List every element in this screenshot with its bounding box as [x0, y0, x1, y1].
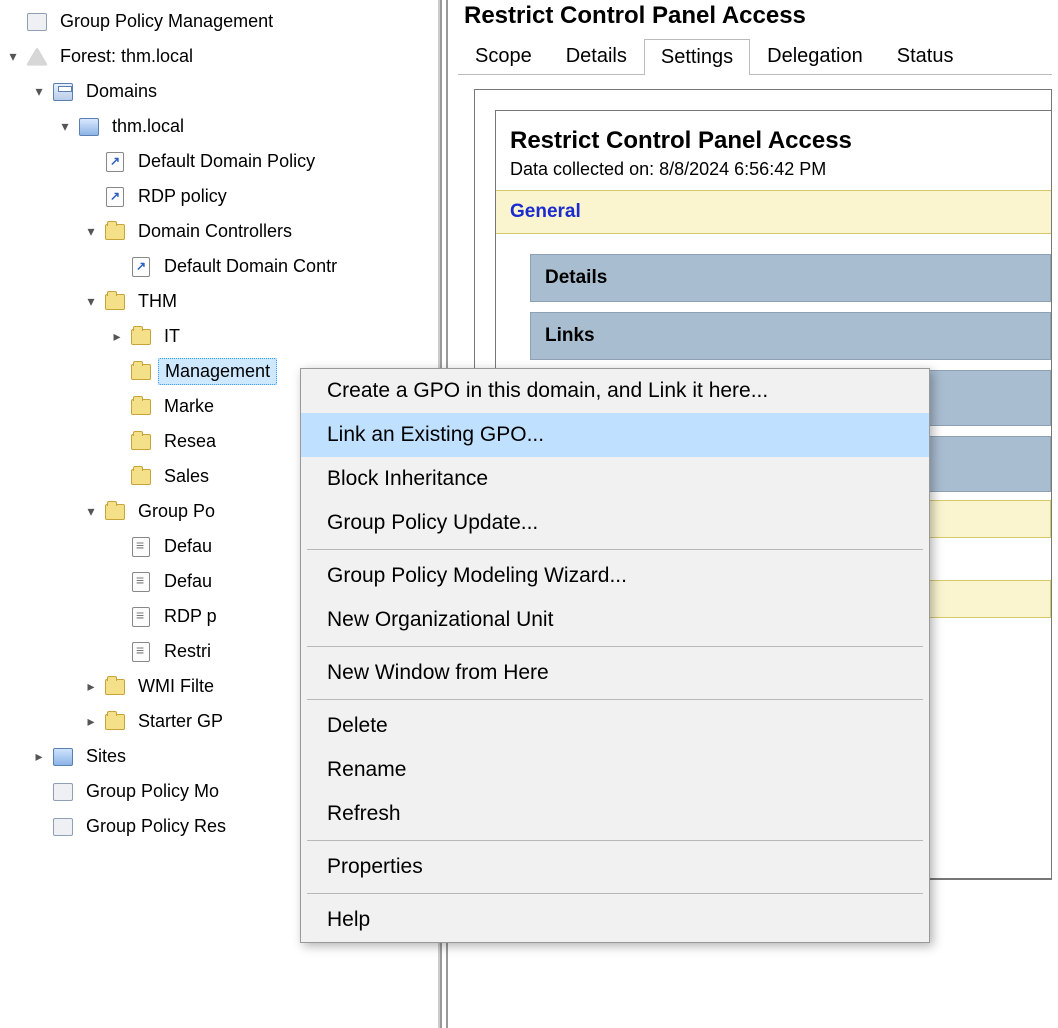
tree-label: Group Policy Mo [80, 779, 225, 804]
tree-default-domain-controllers-policy[interactable]: ▸ Default Domain Contr [2, 249, 438, 284]
separator-icon [307, 893, 923, 894]
chevron-right-icon[interactable]: ▸ [80, 676, 102, 698]
gpo-icon [130, 536, 152, 558]
tree-label: Domain Controllers [132, 219, 298, 244]
ou-icon [130, 396, 152, 418]
ou-icon [130, 361, 152, 383]
ou-icon [104, 291, 126, 313]
chevron-down-icon[interactable]: ▾ [2, 46, 24, 68]
ctx-modeling-wizard[interactable]: Group Policy Modeling Wizard... [301, 554, 929, 598]
gpm-icon [26, 11, 48, 33]
policy-link-icon [104, 186, 126, 208]
tree-domain-controllers[interactable]: ▾ Domain Controllers [2, 214, 438, 249]
tree-thm[interactable]: ▾ THM [2, 284, 438, 319]
tree-label: Group Policy Res [80, 814, 232, 839]
ctx-create-gpo[interactable]: Create a GPO in this domain, and Link it… [301, 369, 929, 413]
tab-delegation[interactable]: Delegation [750, 38, 880, 74]
tree-label: Defau [158, 569, 218, 594]
tree-label: Group Policy Management [54, 9, 279, 34]
ou-icon [130, 326, 152, 348]
tree-domains[interactable]: ▾ Domains [2, 74, 438, 109]
tree-label: RDP policy [132, 184, 233, 209]
tree-label: Marke [158, 394, 220, 419]
results-icon [52, 816, 74, 838]
tab-details[interactable]: Details [549, 38, 644, 74]
tab-settings[interactable]: Settings [644, 39, 750, 75]
tree-default-domain-policy[interactable]: ▸ Default Domain Policy [2, 144, 438, 179]
chevron-down-icon[interactable]: ▾ [80, 291, 102, 313]
ou-icon [130, 431, 152, 453]
tree-label: Sites [80, 744, 132, 769]
ctx-new-ou[interactable]: New Organizational Unit [301, 598, 929, 642]
separator-icon [307, 840, 923, 841]
report-subtitle: Data collected on: 8/8/2024 6:56:42 PM [496, 159, 1051, 190]
tree-label: Resea [158, 429, 222, 454]
forest-icon [26, 46, 48, 68]
tree-label: Restri [158, 639, 217, 664]
chevron-down-icon[interactable]: ▾ [80, 221, 102, 243]
tree-label: Starter GP [132, 709, 229, 734]
tree-root[interactable]: ▾ Group Policy Management [2, 4, 438, 39]
separator-icon [307, 699, 923, 700]
tab-status[interactable]: Status [880, 38, 971, 74]
chevron-right-icon[interactable]: ▸ [106, 326, 128, 348]
policy-link-icon [104, 151, 126, 173]
chevron-down-icon[interactable]: ▾ [80, 501, 102, 523]
section-links[interactable]: Links [530, 312, 1051, 360]
tree-rdp-policy[interactable]: ▸ RDP policy [2, 179, 438, 214]
tree-label: Default Domain Contr [158, 254, 343, 279]
ou-icon [130, 466, 152, 488]
tree-label: Defau [158, 534, 218, 559]
gpo-icon [130, 606, 152, 628]
tree-label: Forest: thm.local [54, 44, 199, 69]
ctx-rename[interactable]: Rename [301, 748, 929, 792]
tree-label: RDP p [158, 604, 223, 629]
context-menu[interactable]: Create a GPO in this domain, and Link it… [300, 368, 930, 943]
ou-icon [104, 221, 126, 243]
gpo-icon [130, 571, 152, 593]
tree-label: IT [158, 324, 186, 349]
modeling-icon [52, 781, 74, 803]
gpo-icon [130, 641, 152, 663]
tab-scope[interactable]: Scope [458, 38, 549, 74]
starter-folder-icon [104, 711, 126, 733]
tree-label: Management [158, 358, 277, 385]
ctx-properties[interactable]: Properties [301, 845, 929, 889]
tree-label: thm.local [106, 114, 190, 139]
chevron-right-icon[interactable]: ▸ [80, 711, 102, 733]
ctx-gp-update[interactable]: Group Policy Update... [301, 501, 929, 545]
domain-icon [78, 116, 100, 138]
tree-domain[interactable]: ▾ thm.local [2, 109, 438, 144]
chevron-down-icon[interactable]: ▾ [54, 116, 76, 138]
ctx-refresh[interactable]: Refresh [301, 792, 929, 836]
sites-icon [52, 746, 74, 768]
gpo-folder-icon [104, 501, 126, 523]
domains-icon [52, 81, 74, 103]
ctx-delete[interactable]: Delete [301, 704, 929, 748]
tree-it[interactable]: ▸ IT [2, 319, 438, 354]
wmi-folder-icon [104, 676, 126, 698]
page-title: Restrict Control Panel Access [454, 0, 1052, 38]
section-general[interactable]: General [496, 190, 1051, 234]
separator-icon [307, 549, 923, 550]
ctx-help[interactable]: Help [301, 898, 929, 942]
tree-label: WMI Filte [132, 674, 220, 699]
chevron-right-icon[interactable]: ▸ [28, 746, 50, 768]
tab-bar: Scope Details Settings Delegation Status [458, 38, 1052, 75]
tree-label: THM [132, 289, 183, 314]
tree-forest[interactable]: ▾ Forest: thm.local [2, 39, 438, 74]
ctx-block-inheritance[interactable]: Block Inheritance [301, 457, 929, 501]
ctx-new-window[interactable]: New Window from Here [301, 651, 929, 695]
tree-label: Default Domain Policy [132, 149, 321, 174]
policy-link-icon [130, 256, 152, 278]
tree-label: Sales [158, 464, 215, 489]
section-details[interactable]: Details [530, 254, 1051, 302]
report-title: Restrict Control Panel Access [496, 111, 1051, 159]
tree-label: Group Po [132, 499, 221, 524]
chevron-down-icon[interactable]: ▾ [28, 81, 50, 103]
ctx-link-existing-gpo[interactable]: Link an Existing GPO... [301, 413, 929, 457]
tree-label: Domains [80, 79, 163, 104]
separator-icon [307, 646, 923, 647]
